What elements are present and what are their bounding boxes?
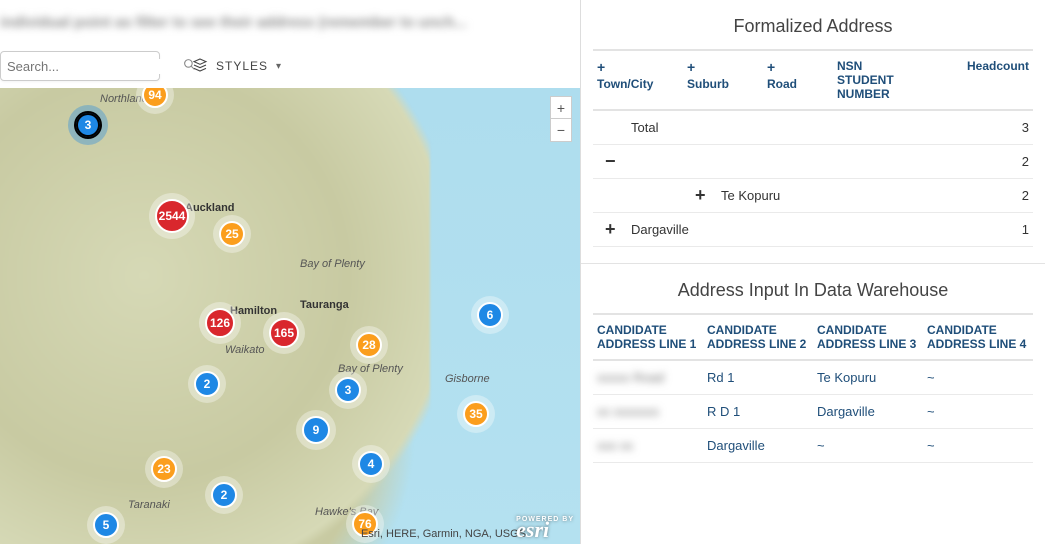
- table-header: + Town/City + Suburb + Road NSN STUDENT …: [593, 49, 1033, 111]
- row-label: Te Kopuru: [721, 188, 780, 203]
- map-canvas[interactable]: + − Auckland Bay of Plenty Hamilton Taurang…: [0, 88, 580, 544]
- map-cluster[interactable]: 126: [205, 308, 235, 338]
- addr4[interactable]: ~: [923, 398, 1033, 425]
- map-label: Tauranga: [300, 299, 349, 311]
- row-label: Dargaville: [631, 222, 689, 237]
- panel-title: Address Input In Data Warehouse: [593, 272, 1033, 313]
- map-cluster[interactable]: 2544: [155, 199, 189, 233]
- col-town[interactable]: + Town/City: [593, 59, 683, 101]
- map-cluster[interactable]: 165: [269, 318, 299, 348]
- table-row[interactable]: −2: [593, 145, 1033, 179]
- map-cluster[interactable]: 35: [463, 401, 489, 427]
- search-input[interactable]: [0, 51, 160, 81]
- zoom-control: + −: [550, 96, 572, 142]
- map-cluster[interactable]: 6: [477, 302, 503, 328]
- map-cluster[interactable]: 5: [93, 512, 119, 538]
- formalized-address-panel: Formalized Address + Town/City + Suburb …: [581, 0, 1045, 259]
- table-row[interactable]: xxx xxDargaville~~: [593, 429, 1033, 463]
- row-label: Total: [631, 120, 658, 135]
- col-nsn[interactable]: NSN STUDENT NUMBER: [833, 59, 923, 101]
- col-road[interactable]: + Road: [763, 59, 833, 101]
- col-addr4[interactable]: CANDIDATE ADDRESS LINE 4: [923, 323, 1033, 351]
- zoom-in-button[interactable]: +: [551, 97, 571, 119]
- addr1: xxx xx: [593, 432, 703, 459]
- row-count: 2: [817, 148, 1033, 175]
- table-row[interactable]: + Te Kopuru 2: [593, 179, 1033, 213]
- table-row[interactable]: xx xxxxxxxR D 1Dargaville~: [593, 395, 1033, 429]
- col-addr3[interactable]: CANDIDATE ADDRESS LINE 3: [813, 323, 923, 351]
- map-label: Bay of Plenty: [300, 258, 365, 270]
- data-pane: Formalized Address + Town/City + Suburb …: [581, 0, 1045, 544]
- addr2[interactable]: R D 1: [703, 398, 813, 425]
- plus-icon: +: [597, 59, 679, 75]
- expand-icon[interactable]: +: [695, 185, 715, 206]
- addr1: xxxxx Road: [593, 364, 703, 391]
- map-label: Bay of Plenty: [338, 363, 403, 375]
- map-cluster[interactable]: 23: [151, 456, 177, 482]
- addr3[interactable]: Te Kopuru: [813, 364, 923, 391]
- map-attribution: Esri, HERE, Garmin, NGA, USGS: [361, 528, 526, 540]
- map-cluster[interactable]: 28: [356, 332, 382, 358]
- esri-logo: POWERED BY esri: [516, 516, 574, 542]
- styles-button[interactable]: STYLES ▾: [192, 57, 282, 76]
- table-row[interactable]: Total 3: [593, 111, 1033, 145]
- map-cluster[interactable]: 3: [74, 111, 102, 139]
- table-header: CANDIDATE ADDRESS LINE 1 CANDIDATE ADDRE…: [593, 313, 1033, 361]
- plus-icon: +: [767, 59, 829, 75]
- map-cluster[interactable]: 25: [219, 221, 245, 247]
- table-row[interactable]: xxxxx RoadRd 1Te Kopuru~: [593, 361, 1033, 395]
- addr4[interactable]: ~: [923, 364, 1033, 391]
- map-label: Northland: [100, 93, 148, 105]
- addr3[interactable]: ~: [813, 432, 923, 459]
- map-label: Gisborne: [445, 373, 490, 385]
- map-cluster[interactable]: 4: [358, 451, 384, 477]
- row-count: 2: [862, 182, 1033, 209]
- addr4[interactable]: ~: [923, 432, 1033, 459]
- map-label: Auckland: [185, 202, 235, 214]
- row-count: 1: [817, 216, 1033, 243]
- header-text: individual point as filter to see their …: [0, 14, 467, 31]
- sheet-header: individual point as filter to see their …: [0, 0, 580, 44]
- styles-icon: [192, 57, 208, 76]
- col-headcount[interactable]: Headcount: [923, 59, 1033, 101]
- chevron-down-icon: ▾: [276, 61, 282, 72]
- map-label: Taranaki: [128, 499, 170, 511]
- expand-icon[interactable]: −: [605, 151, 625, 172]
- map-label: Hamilton: [230, 305, 277, 317]
- col-addr2[interactable]: CANDIDATE ADDRESS LINE 2: [703, 323, 813, 351]
- panel-title: Formalized Address: [593, 8, 1033, 49]
- styles-label: STYLES: [216, 59, 268, 73]
- map-toolbar: STYLES ▾: [0, 44, 580, 88]
- map-cluster[interactable]: 9: [302, 416, 330, 444]
- map-label: Waikato: [225, 344, 265, 356]
- row-count: 3: [817, 114, 1033, 141]
- map-cluster[interactable]: 2: [194, 371, 220, 397]
- map-cluster[interactable]: 2: [211, 482, 237, 508]
- expand-icon[interactable]: +: [605, 219, 625, 240]
- plus-icon: +: [687, 59, 759, 75]
- zoom-out-button[interactable]: −: [551, 119, 571, 141]
- addr2[interactable]: Rd 1: [703, 364, 813, 391]
- col-addr1[interactable]: CANDIDATE ADDRESS LINE 1: [593, 323, 703, 351]
- col-suburb[interactable]: + Suburb: [683, 59, 763, 101]
- addr2[interactable]: Dargaville: [703, 432, 813, 459]
- table-row[interactable]: + Dargaville 1: [593, 213, 1033, 247]
- addr1: xx xxxxxxx: [593, 398, 703, 425]
- search-field[interactable]: [7, 59, 183, 74]
- address-input-panel: Address Input In Data Warehouse CANDIDAT…: [581, 263, 1045, 475]
- addr3[interactable]: Dargaville: [813, 398, 923, 425]
- map-pane: individual point as filter to see their …: [0, 0, 581, 544]
- map-cluster[interactable]: 3: [335, 377, 361, 403]
